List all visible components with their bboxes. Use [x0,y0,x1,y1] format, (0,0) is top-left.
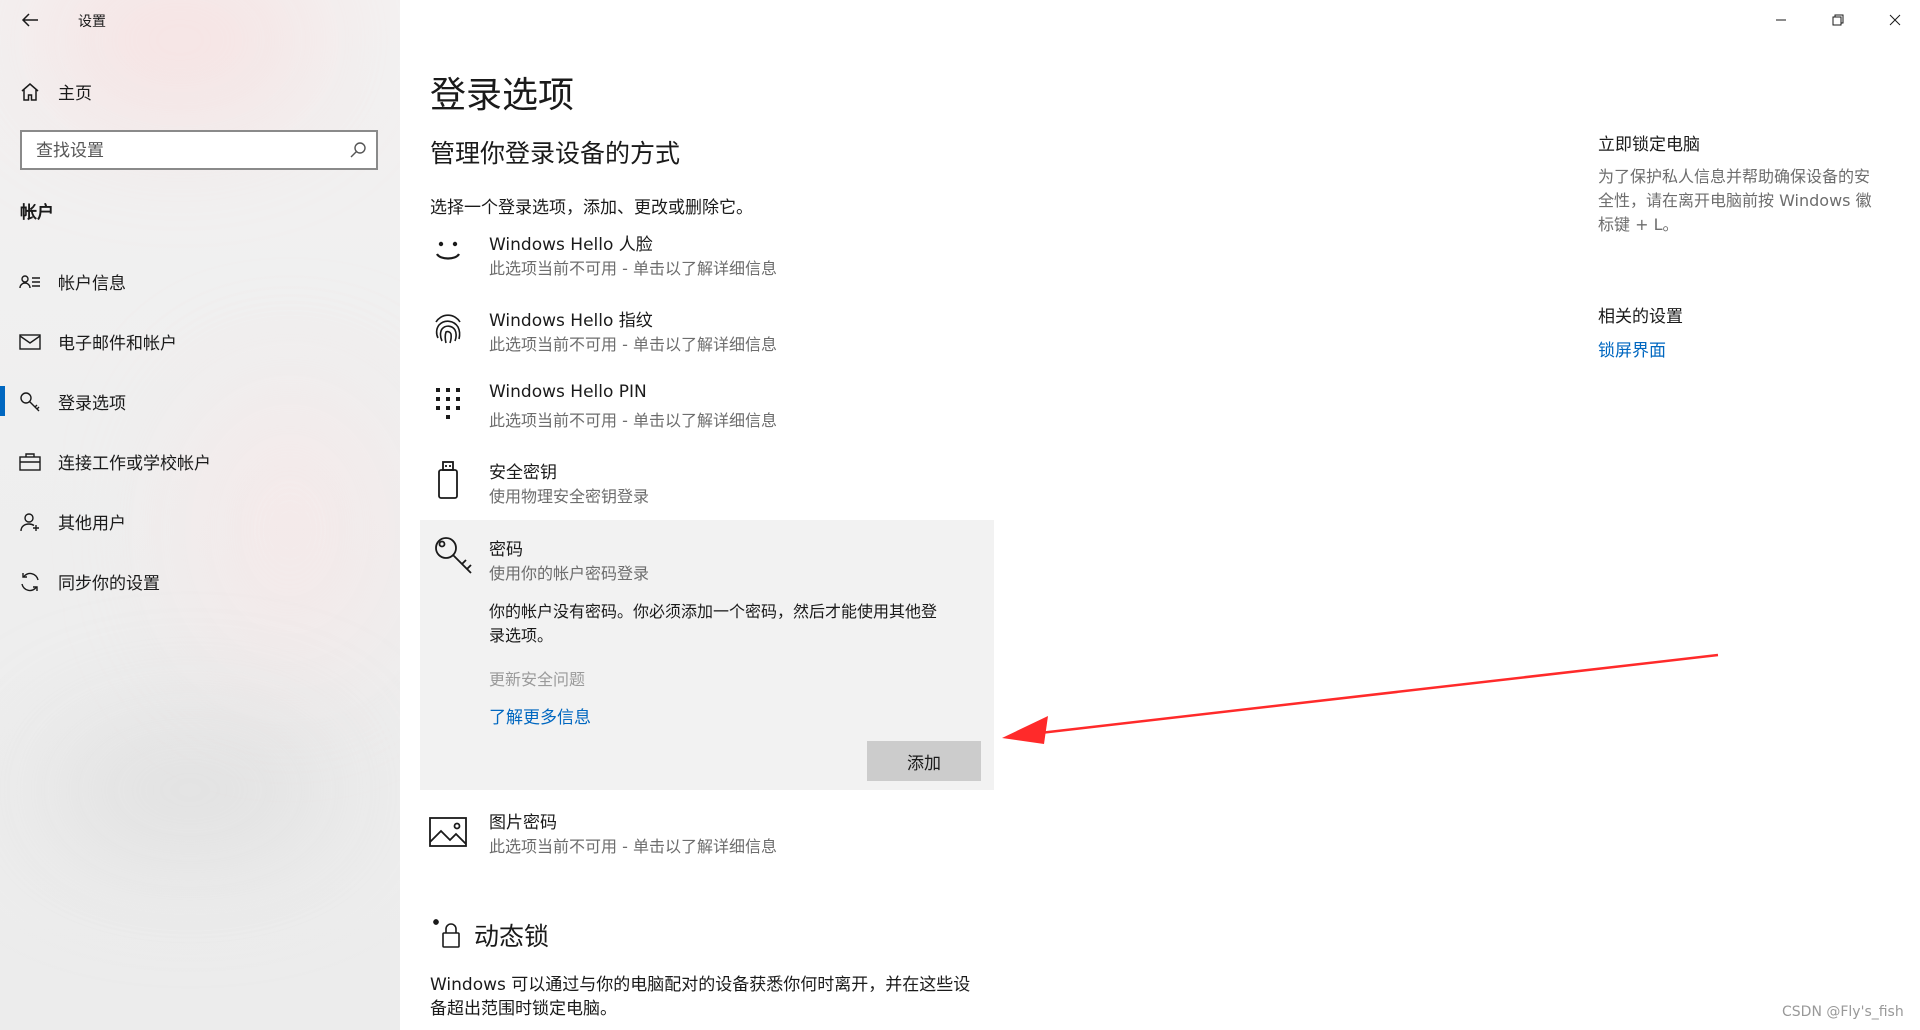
dynamic-lock-title: 动态锁 [474,922,550,951]
search-input[interactable] [34,138,338,164]
section-heading: 帐户 [20,203,54,223]
sidebar-item-other-users[interactable]: 其他用户 [0,494,400,550]
learn-more-link[interactable]: 了解更多信息 [489,703,591,728]
option-windows-hello-fingerprint[interactable]: Windows Hello 指纹 此选项当前不可用 - 单击以了解详细信息 [420,304,994,364]
restore-button[interactable] [1810,0,1866,40]
dynamic-lock-icon [430,916,464,950]
close-button[interactable] [1867,0,1920,40]
restore-icon [1832,11,1844,30]
mail-icon [18,330,42,354]
intro-text: 选择一个登录选项，添加、更改或删除它。 [430,198,753,218]
dynamic-lock-description-line2: 备超出范围时锁定电脑。 [430,999,617,1019]
fingerprint-icon [428,308,468,348]
search-box[interactable] [20,130,378,170]
minimize-icon [1775,11,1787,30]
back-arrow-icon[interactable] [18,8,42,32]
key-icon [18,390,42,414]
option-security-key[interactable]: 安全密钥 使用物理安全密钥登录 [420,456,994,516]
option-description: 此选项当前不可用 - 单击以了解详细信息 [489,411,777,430]
related-settings-title: 相关的设置 [1598,307,1683,327]
sidebar-item-label: 主页 [58,84,92,104]
option-name: 图片密码 [489,813,557,833]
lock-pc-description-line3: 标键 + L。 [1598,215,1679,234]
home-icon [18,80,42,104]
password-panel[interactable]: 密码 使用你的帐户密码登录 你的帐户没有密码。你必须添加一个密码，然后才能使用其… [420,520,994,790]
main-content: 登录选项 管理你登录设备的方式 选择一个登录选项，添加、更改或删除它。 Wind… [400,0,1920,1030]
person-icon [18,510,42,534]
option-description: 使用物理安全密钥登录 [489,487,650,506]
close-icon [1889,11,1901,30]
option-name: 安全密钥 [489,463,557,483]
usb-key-icon [428,460,468,500]
option-name: 密码 [489,540,523,560]
option-name: Windows Hello 人脸 [489,235,653,255]
picture-icon [428,812,468,852]
lock-pc-description-line1: 为了保护私人信息并帮助确保设备的安 [1598,167,1871,186]
watermark: CSDN @Fly's_fish [1782,1004,1904,1020]
option-picture-password[interactable]: 图片密码 此选项当前不可用 - 单击以了解详细信息 [420,806,994,866]
sidebar-item-label: 同步你的设置 [58,574,160,594]
search-icon[interactable] [348,140,368,160]
sidebar-item-email[interactable]: 电子邮件和帐户 [0,314,400,370]
option-windows-hello-pin[interactable]: Windows Hello PIN 此选项当前不可用 - 单击以了解详细信息 [420,380,994,440]
option-windows-hello-face[interactable]: Windows Hello 人脸 此选项当前不可用 - 单击以了解详细信息 [420,228,994,288]
sidebar-item-label: 其他用户 [58,514,126,534]
background-glow [40,720,340,860]
sidebar-item-label: 电子邮件和帐户 [58,334,177,354]
sync-icon [18,570,42,594]
lock-pc-title: 立即锁定电脑 [1598,135,1700,155]
dynamic-lock-description-line1: Windows 可以通过与你的电脑配对的设备获悉你何时离开，并在这些设 [430,975,971,995]
sidebar-item-account-info[interactable]: 帐户信息 [0,254,400,310]
window-title: 设置 [78,14,106,30]
option-description: 使用你的帐户密码登录 [489,564,650,583]
lock-screen-link[interactable]: 锁屏界面 [1598,336,1666,361]
option-description: 此选项当前不可用 - 单击以了解详细信息 [489,837,777,856]
update-security-questions-link: 更新安全问题 [489,670,586,689]
add-password-button[interactable]: 添加 [867,741,981,781]
sidebar-item-label: 连接工作或学校帐户 [58,454,211,474]
option-name: Windows Hello 指纹 [489,311,653,331]
page-subtitle: 管理你登录设备的方式 [430,139,681,168]
option-name: Windows Hello PIN [489,382,647,402]
annotation-arrow [1002,653,1719,744]
password-key-icon [432,534,476,578]
face-icon [428,232,468,272]
option-description: 此选项当前不可用 - 单击以了解详细信息 [489,335,777,354]
sidebar-item-sync[interactable]: 同步你的设置 [0,554,400,610]
sidebar-item-sign-in-options[interactable]: 登录选项 [0,374,400,430]
sidebar-item-work-school[interactable]: 连接工作或学校帐户 [0,434,400,490]
pin-keypad-icon [428,384,468,424]
sidebar: 设置 主页 帐户 帐户信息 电子邮件和帐户 登录选项 [0,0,400,1030]
minimize-button[interactable] [1753,0,1809,40]
sidebar-item-label: 帐户信息 [58,274,126,294]
page-title: 登录选项 [430,75,575,116]
password-message-line1: 你的帐户没有密码。你必须添加一个密码，然后才能使用其他登 [489,602,938,621]
account-info-icon [18,270,42,294]
briefcase-icon [18,450,42,474]
lock-pc-description-line2: 全性，请在离开电脑前按 Windows 徽 [1598,191,1872,210]
sidebar-item-label: 登录选项 [58,394,126,414]
password-message-line2: 录选项。 [489,626,554,645]
sidebar-item-home[interactable]: 主页 [0,64,400,120]
option-description: 此选项当前不可用 - 单击以了解详细信息 [489,259,777,278]
